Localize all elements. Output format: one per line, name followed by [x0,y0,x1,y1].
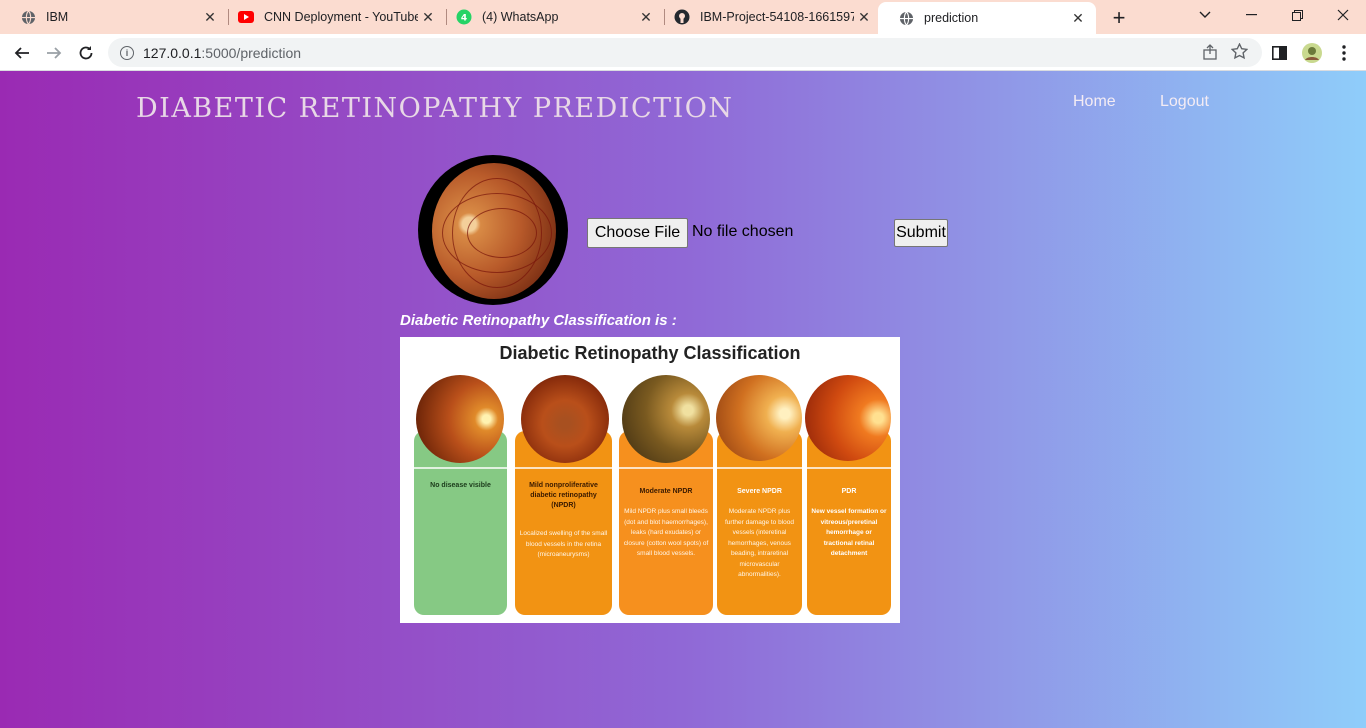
card-name: Severe NPDR [737,488,782,495]
retina-image-mild [521,375,609,463]
close-tab-icon[interactable]: ✕ [1068,8,1088,28]
tab-title: IBM-Project-54108-1661597... [700,10,854,24]
share-icon[interactable] [1202,44,1218,65]
retina-image-moderate [622,375,710,463]
close-window-icon[interactable] [1320,0,1366,30]
site-info-icon[interactable]: i [120,45,134,60]
menu-kebab-icon[interactable] [1330,39,1358,67]
tab-ibm[interactable]: IBM ✕ [0,0,228,34]
nav-logout-link[interactable]: Logout [1160,93,1209,111]
retina-image-normal [416,375,504,463]
close-tab-icon[interactable]: ✕ [418,7,438,27]
forward-icon[interactable] [40,39,68,67]
card-name: No disease visible [430,482,491,489]
tab-strip: IBM ✕ CNN Deployment - YouTube ✕ 4 (4) W… [0,0,1366,34]
card-name: Moderate NPDR [639,488,693,495]
card-name: Mild nonproliferative diabetic retinopat… [529,482,598,509]
card-description: Localized swelling of the small blood ve… [519,530,608,558]
infographic-title: Diabetic Retinopathy Classification [499,343,801,363]
nav-home-link[interactable]: Home [1073,93,1116,111]
choose-file-button[interactable]: Choose File [587,218,688,248]
restore-icon[interactable] [1274,0,1320,30]
globe-icon [20,9,36,25]
tab-title: CNN Deployment - YouTube [264,10,418,24]
tab-title: prediction [924,11,979,25]
file-status-text: No file chosen [692,223,794,240]
github-icon [674,9,690,25]
profile-avatar[interactable] [1298,39,1326,67]
globe-icon [898,10,914,26]
browser-toolbar: i 127.0.0.1:5000/prediction [0,34,1366,71]
new-tab-icon[interactable]: + [1106,5,1132,31]
retina-image-severe [716,375,802,461]
card-description: Moderate NPDR plus further damage to blo… [724,508,795,578]
site-title: DIABETIC RETINOPATHY PREDICTION [136,93,734,124]
card-description: New vessel formation or vitreous/prereti… [811,508,887,557]
tab-title: IBM [46,10,69,24]
whatsapp-icon: 4 [456,9,472,25]
submit-button[interactable]: Submit [894,219,948,247]
page-content: DIABETIC RETINOPATHY PREDICTION Home Log… [0,71,1366,728]
bookmark-star-icon[interactable] [1230,42,1249,65]
close-tab-icon[interactable]: ✕ [854,7,874,27]
retina-image [418,155,568,305]
url-text: 127.0.0.1:5000/prediction [143,44,302,61]
close-tab-icon[interactable]: ✕ [200,7,220,27]
card-name: PDR [841,488,857,495]
youtube-icon [238,9,254,25]
reload-icon[interactable] [72,39,100,67]
tab-search-icon[interactable] [1182,0,1228,30]
tab-title: (4) WhatsApp [482,10,559,24]
svg-text:4: 4 [461,14,467,24]
tab-youtube[interactable]: CNN Deployment - YouTube ✕ [218,0,446,34]
retina-image-pdr [805,375,891,461]
result-label: Diabetic Retinopathy Classification is : [400,312,677,329]
back-icon[interactable] [8,39,36,67]
address-bar[interactable]: i 127.0.0.1:5000/prediction [108,38,1262,67]
close-tab-icon[interactable]: ✕ [636,7,656,27]
card-description: Mild NPDR plus small bleeds (dot and blo… [623,508,709,557]
minimize-icon[interactable] [1228,0,1274,30]
tab-github[interactable]: IBM-Project-54108-1661597... ✕ [654,0,882,34]
tab-whatsapp[interactable]: 4 (4) WhatsApp ✕ [436,0,664,34]
classification-infographic: Diabetic Retinopathy Classification No d… [400,337,900,623]
side-panel-icon[interactable] [1265,39,1293,67]
tab-prediction[interactable]: prediction ✕ [878,2,1096,34]
